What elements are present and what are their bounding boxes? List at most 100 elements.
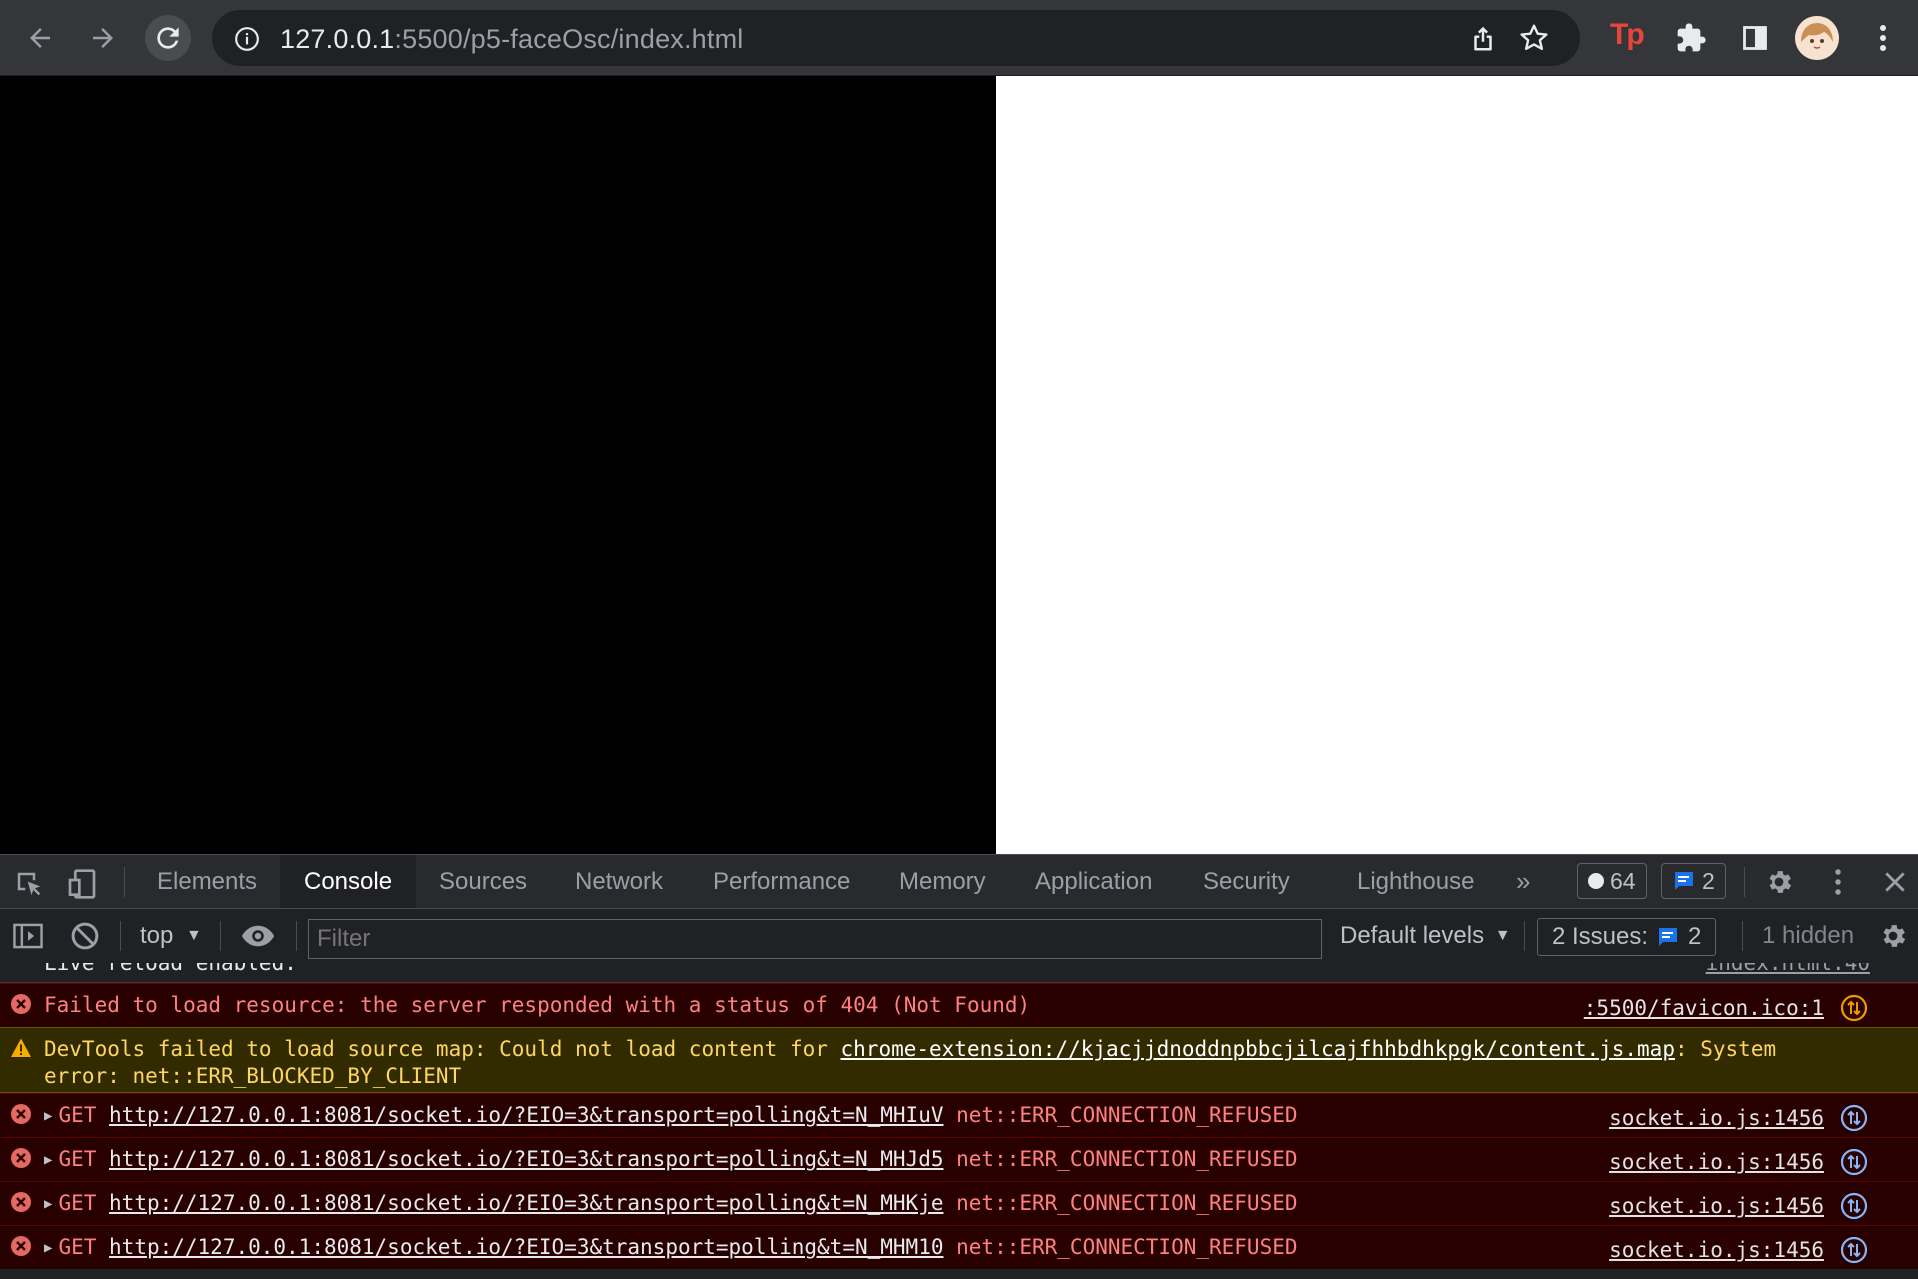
console-message-info: Live reload enabled. index.html:40 [0,963,1918,983]
message-text: Failed to load resource: the server resp… [44,993,1031,1017]
expand-triangle-icon[interactable]: ▶ [44,1196,52,1212]
url-path: :5500/p5-faceOsc/index.html [394,24,744,54]
clear-console-icon[interactable] [70,921,100,956]
filter-separator [1524,921,1525,951]
request-url-link[interactable]: http://127.0.0.1:8081/socket.io/?EIO=3&t… [109,1147,943,1171]
device-toolbar-icon[interactable] [66,868,98,905]
address-bar[interactable]: 127.0.0.1:5500/p5-faceOsc/index.html [212,10,1580,66]
console-settings-gear-icon[interactable] [1878,921,1908,956]
live-expression-eye-icon[interactable] [240,922,276,955]
message-text: ▶ GET http://127.0.0.1:8081/socket.io/?EI… [44,1235,1298,1259]
arrow-left-icon [30,28,50,48]
settings-gear-icon[interactable] [1764,867,1794,902]
tab-separator [1744,867,1745,897]
browser-toolbar: 127.0.0.1:5500/p5-faceOsc/index.html Tp [0,0,1918,76]
chrome-menu-button[interactable] [1860,15,1906,61]
error-circle-icon [10,1147,32,1174]
request-method: GET [58,1103,97,1127]
console-message-warning: DevTools failed to load source map: Coul… [0,1027,1918,1093]
request-status: net::ERR_CONNECTION_REFUSED [956,1147,1298,1171]
tab-console[interactable]: Console [280,855,417,908]
message-source-link[interactable]: socket.io.js:1456 [1609,1106,1824,1130]
tab-application[interactable]: Application [1035,855,1152,908]
issues-button[interactable]: 2 Issues: 2 [1537,918,1717,956]
message-count-badge[interactable]: 2 [1661,863,1726,899]
filter-separator [120,921,121,951]
filter-separator [296,921,297,951]
error-circle-icon [10,1191,32,1218]
expand-triangle-icon[interactable]: ▶ [44,1152,52,1168]
extensions-button[interactable] [1668,15,1714,61]
request-method: GET [58,1147,97,1171]
devtools-tabbar: Elements Console Sources Network Perform… [0,855,1918,909]
network-request-icon[interactable] [1840,1104,1868,1137]
p5-canvas[interactable] [0,76,996,854]
forward-button[interactable] [80,15,126,61]
context-label: top [140,922,174,949]
network-request-icon[interactable] [1840,1148,1868,1181]
tab-separator [124,867,125,897]
profile-avatar[interactable] [1795,16,1839,60]
close-devtools-icon[interactable] [1882,869,1908,900]
message-source-link[interactable]: socket.io.js:1456 [1609,1238,1824,1262]
more-vert-icon [1880,25,1886,51]
devtools-more-icon[interactable] [1828,867,1848,902]
tab-security[interactable]: Security [1203,855,1290,908]
tp-extension-icon[interactable]: Tp [1610,18,1645,52]
tab-sources[interactable]: Sources [439,855,527,908]
back-button[interactable] [17,15,63,61]
console-filter-input[interactable] [308,919,1322,959]
request-method: GET [58,1191,97,1215]
dropdown-arrow-icon: ▼ [1494,927,1511,944]
message-source-link[interactable]: socket.io.js:1456 [1609,1150,1824,1174]
console-message-error: ▶ GET http://127.0.0.1:8081/socket.io/?EI… [0,1181,1918,1225]
more-tabs-chevron-icon[interactable]: » [1516,855,1530,908]
side-panel-icon [1743,26,1767,50]
request-status: net::ERR_CONNECTION_REFUSED [956,1235,1298,1259]
log-levels-dropdown[interactable]: Default levels ▼ [1340,909,1511,963]
error-circle-icon [10,1235,32,1262]
tab-memory[interactable]: Memory [899,855,986,908]
warning-prefix: DevTools failed to load source map: Coul… [44,1037,841,1061]
tab-lighthouse[interactable]: Lighthouse [1357,855,1474,908]
request-url-link[interactable]: http://127.0.0.1:8081/socket.io/?EIO=3&t… [109,1191,943,1215]
sidebar-toggle-icon[interactable] [12,921,44,956]
console-message-error: ▶ GET http://127.0.0.1:8081/socket.io/?EI… [0,1225,1918,1269]
tab-performance[interactable]: Performance [713,855,850,908]
network-request-icon[interactable] [1840,1236,1868,1269]
url-host: 127.0.0.1 [280,24,395,54]
message-source-link[interactable]: index.html:40 [1706,963,1870,975]
tab-elements[interactable]: Elements [157,855,257,908]
tab-network[interactable]: Network [575,855,663,908]
console-filterbar: top ▼ Default levels ▼ 2 Issues: 2 1 hid… [0,909,1918,964]
levels-label: Default levels [1340,922,1485,949]
side-panel-button[interactable] [1732,15,1778,61]
expand-triangle-icon[interactable]: ▶ [44,1108,52,1124]
network-request-icon[interactable] [1840,1192,1868,1225]
network-request-icon[interactable] [1840,994,1868,1027]
message-source-link[interactable]: :5500/favicon.ico:1 [1584,996,1824,1020]
reload-button[interactable] [145,15,191,61]
source-map-url-link[interactable]: chrome-extension://kjacjjdnoddnpbbcjilca… [841,1037,1675,1061]
dropdown-arrow-icon: ▼ [186,927,202,944]
message-source-link[interactable]: socket.io.js:1456 [1609,1194,1824,1218]
message-text: ▶ GET http://127.0.0.1:8081/socket.io/?EI… [44,1147,1298,1171]
bookmark-star-icon[interactable] [1518,22,1550,59]
request-url-link[interactable]: http://127.0.0.1:8081/socket.io/?EIO=3&t… [109,1103,943,1127]
hidden-count: 1 hidden [1762,922,1855,949]
issue-message-icon [1659,928,1678,946]
request-status: net::ERR_CONNECTION_REFUSED [956,1191,1298,1215]
share-icon[interactable] [1468,22,1498,59]
info-icon[interactable] [234,26,260,57]
reload-icon [157,27,179,49]
error-count-badge[interactable]: 64 [1577,863,1647,899]
request-url-link[interactable]: http://127.0.0.1:8081/socket.io/?EIO=3&t… [109,1235,943,1259]
warning-triangle-icon [10,1037,32,1064]
filter-separator [220,921,221,951]
inspect-element-icon[interactable] [14,869,44,904]
context-selector[interactable]: top ▼ [140,909,202,963]
expand-triangle-icon[interactable]: ▶ [44,1240,52,1256]
message-text: Live reload enabled. [44,963,297,975]
url-text[interactable]: 127.0.0.1:5500/p5-faceOsc/index.html [280,24,744,55]
console-message-error: Failed to load resource: the server resp… [0,983,1918,1027]
